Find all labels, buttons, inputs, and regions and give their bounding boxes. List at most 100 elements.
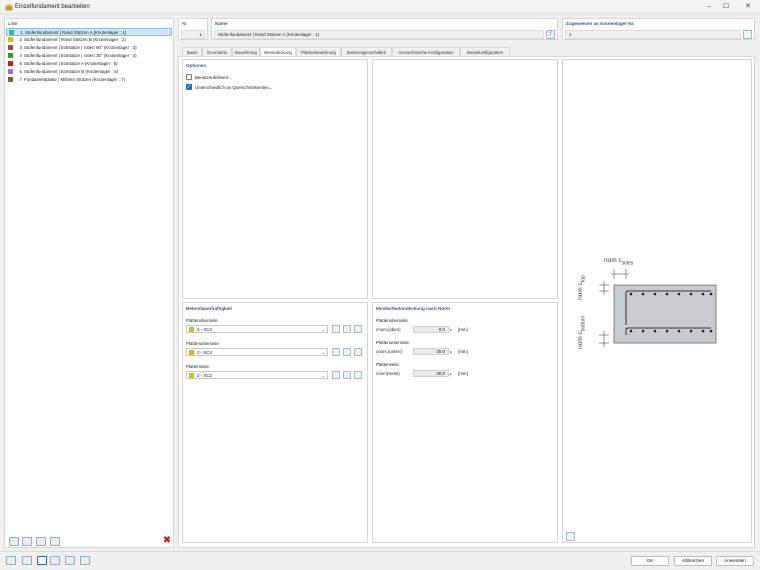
assigned-group: Zugewiesen an Knotenlager Nr. 1 [562,18,755,40]
nr-field[interactable]: 1 [181,30,205,39]
list-item-label: Stufenfundament | Eckstütze A (Knotenlag… [24,61,118,66]
exposure-class-select[interactable]: 2 - XC2 ⌄ [186,325,328,333]
tab-basis[interactable]: Basis [182,47,202,56]
cover-value-field[interactable]: 0.0 [413,326,449,333]
chevron-down-icon: ⌄ [321,350,325,355]
library-icon[interactable] [354,371,362,379]
edit-exposure-icon[interactable] [343,371,351,379]
list-item[interactable]: 5 Stufenfundament | Eckstütze A (Knotenla… [6,60,172,68]
view-icon[interactable] [37,556,47,565]
table-icon[interactable] [50,556,60,565]
ok-button[interactable]: OK [631,556,669,566]
nr-group: Nr. 1 [178,18,208,40]
exposure-class-value: 2 - XC2 [197,373,212,378]
chevron-down-icon: ⌄ [321,327,325,332]
library-icon[interactable] [354,325,362,333]
list-item[interactable]: 7 Fundamentplatte | Mittlere Stützen (Kno… [6,76,172,84]
cover-unit: [mm] [458,349,468,354]
list: 1 Stufenfundament | Rand Stützen A (Knote… [6,28,172,84]
diagram-panel: nom csides nom ctop nom cbottom [562,59,752,543]
middle-panel [372,59,558,299]
tab-bodeneigenschaften[interactable]: Bodeneigenschaften [341,47,392,56]
exposure-class-value: 2 - XC2 [197,327,212,332]
list-item[interactable]: 6 Stufenfundament | Eckstütze B (Knotenla… [6,68,172,76]
maximize-button[interactable]: ☐ [719,2,733,12]
cancel-button[interactable]: Abbrechen [674,556,712,566]
cover-param-label: cnom,(unten) [376,349,402,354]
exposure-header: Betondauerhaftigkeit [186,306,232,311]
list-header: Liste [8,21,18,26]
diagram-options-icon[interactable] [566,532,575,541]
cover-value-field[interactable]: 30.0 [413,370,449,377]
tab-plattenbewehrung[interactable]: Plattenbewehrung [296,47,341,56]
color-swatch [8,52,13,58]
list-item-label: Stufenfundament | Eckstütze | rotiert 60… [24,45,137,50]
renumber-icon[interactable] [50,537,60,546]
list-item-number: 5 [19,61,22,66]
user-defined-checkbox[interactable] [186,74,192,80]
copy-item-icon[interactable] [22,537,32,546]
exposure-class-value: 2 - XC2 [197,350,212,355]
options-panel: Optionen Benutzerdefiniert... ✓ Untersch… [182,59,368,299]
list-item[interactable]: 4 Stufenfundament | Eckstütze | rotiert 3… [6,52,172,60]
min-cover-header: Mindestbetondeckung nach Norm [376,306,451,311]
spinner-icon[interactable]: ▸ [450,326,456,333]
new-exposure-icon[interactable] [332,325,340,333]
check-all-icon[interactable] [36,537,46,546]
tab-geotechnische-konfiguration[interactable]: Geotechnische Konfiguration [392,47,460,56]
color-swatch [8,44,13,50]
name-group: Name Stufenfundament | Rand Stützen A (K… [211,18,558,40]
number-format-icon[interactable] [22,556,32,565]
list-item-label: Stufenfundament | Rand Stützen B (Knoten… [24,37,126,42]
name-field[interactable]: Stufenfundament | Rand Stützen A (Knoten… [214,30,544,39]
title-bar: Einzelfundament bearbeiten – ☐ ✕ [0,0,760,14]
list-item-label: Fundamentplatte | Mittlere Stützen (Knot… [24,77,125,82]
cover-value-field[interactable]: 30.0 [413,348,449,355]
exposure-swatch [189,326,194,332]
minimize-button[interactable]: – [702,2,716,12]
cover-section-label: Plattenoberseite [376,318,408,323]
list-item[interactable]: 2 Stufenfundament | Rand Stützen B (Knote… [6,36,172,44]
tab-geometrie[interactable]: Geometrie [202,47,232,56]
window-title: Einzelfundament bearbeiten [15,4,90,10]
list-item-number: 3 [19,45,22,50]
label-nom-c-top: nom ctop [577,275,587,300]
new-exposure-icon[interactable] [332,348,340,356]
delete-icon[interactable]: ✖ [162,536,172,546]
assigned-field[interactable]: 1 [565,30,741,39]
edit-exposure-icon[interactable] [343,325,351,333]
exposure-swatch [189,372,194,378]
tab-bewehrung[interactable]: Bewehrung [232,47,260,56]
exposure-panel: Betondauerhaftigkeit Plattenoberseite 2 -… [182,302,368,543]
edit-icon[interactable] [80,556,90,565]
list-item[interactable]: 3 Stufenfundament | Eckstütze | rotiert 6… [6,44,172,52]
spinner-icon[interactable]: ▸ [450,370,456,377]
list-item[interactable]: 1 Stufenfundament | Rand Stützen A (Knote… [6,28,172,36]
new-item-icon[interactable] [9,537,19,546]
user-defined-label: Benutzerdefiniert... [195,75,232,80]
name-label: Name [215,21,228,26]
edit-name-icon[interactable]: ƒ [546,30,555,39]
exposure-class-select[interactable]: 2 - XC2 ⌄ [186,348,328,356]
print-icon[interactable] [65,556,75,565]
list-panel: Liste 1 Stufenfundament | Rand Stützen A … [4,18,174,548]
color-swatch [8,36,13,42]
spinner-icon[interactable]: ▸ [450,348,456,355]
apply-button[interactable]: Anwenden [716,556,754,566]
different-sides-checkbox[interactable]: ✓ [186,84,192,90]
list-item-label: Stufenfundament | Eckstütze B (Knotenlag… [24,69,119,74]
concrete-cover-diagram [599,269,717,347]
help-icon[interactable] [6,556,16,565]
close-window-button[interactable]: ✕ [741,2,755,12]
cover-param-label: cnom,(oben) [376,327,401,332]
assigned-label: Zugewiesen an Knotenlager Nr. [566,21,635,26]
edit-exposure-icon[interactable] [343,348,351,356]
list-item-number: 1 [20,30,23,35]
library-icon[interactable] [354,348,362,356]
cover-section-label: Plattenseite [376,362,399,367]
select-node-icon[interactable] [743,30,752,39]
new-exposure-icon[interactable] [332,371,340,379]
color-swatch [8,76,13,82]
tab-betonkonfiguration[interactable]: Betonkonfiguration [460,47,510,56]
exposure-class-select[interactable]: 2 - XC2 ⌄ [186,371,328,379]
